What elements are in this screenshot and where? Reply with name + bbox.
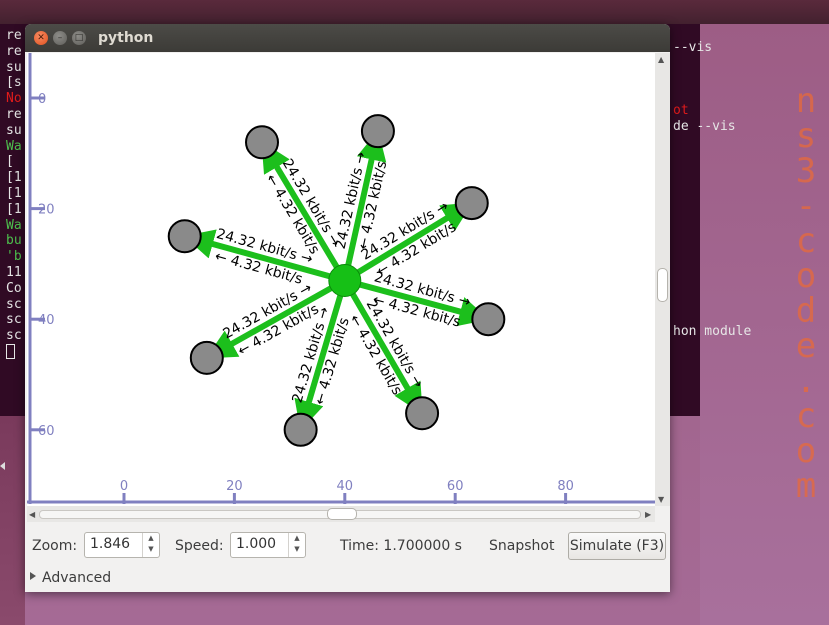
- x-tick-label: 60: [447, 479, 464, 494]
- close-button[interactable]: ✕: [34, 31, 48, 45]
- scroll-left-icon[interactable]: ◀: [29, 510, 35, 519]
- maximize-button[interactable]: □: [72, 31, 86, 45]
- terminal-line: Co: [6, 280, 22, 296]
- terminal-cursor: [6, 343, 15, 359]
- simulation-time: Time: 1.700000 s: [340, 538, 462, 554]
- close-icon: ✕: [37, 33, 45, 43]
- spin-up-icon[interactable]: ▲: [294, 534, 299, 542]
- y-tick-label: 40: [38, 313, 55, 328]
- window-titlebar[interactable]: ✕ – □ python: [25, 24, 670, 52]
- speed-spinbox[interactable]: 1.000 ▲ ▼: [230, 532, 306, 558]
- watermark-char: c: [795, 396, 817, 436]
- spin-down-icon[interactable]: ▼: [294, 545, 299, 553]
- advanced-expander[interactable]: Advanced: [42, 570, 111, 586]
- terminal-line: sc: [6, 312, 22, 328]
- desktop-left-edge: [0, 416, 25, 625]
- terminal-line: re: [6, 43, 22, 59]
- terminal-line: No: [6, 91, 22, 107]
- terminal-right-text: --vis ot de --vis hon module: [673, 40, 793, 340]
- center-node: [328, 263, 362, 297]
- watermark-char: n: [795, 81, 817, 121]
- nodes-group: [167, 114, 506, 447]
- terminal-line: [1: [6, 201, 22, 217]
- python-window: ✕ – □ python 0 20 40 60 0 20 40 60 80 24.32 kbit…: [25, 24, 670, 592]
- left-arrow-icon: [0, 462, 5, 470]
- network-node: [405, 396, 440, 431]
- visualization-canvas[interactable]: 0 20 40 60 0 20 40 60 80 24.32 kbit/s → ← 4.32 kb…: [27, 53, 655, 506]
- vertical-scroll-thumb[interactable]: [657, 268, 668, 302]
- desktop-top-bar: [0, 0, 829, 24]
- zoom-spinbox[interactable]: 1.846 ▲ ▼: [84, 532, 160, 558]
- terminal-line: re: [6, 28, 22, 43]
- vertical-scrollbar[interactable]: ▲ ▼: [655, 53, 670, 506]
- horizontal-scrollbar[interactable]: ◀ ▶: [27, 506, 655, 522]
- terminal-line: su: [6, 122, 22, 138]
- scroll-down-icon[interactable]: ▼: [658, 495, 664, 504]
- watermark-char: e: [795, 326, 817, 366]
- speed-value[interactable]: 1.000: [236, 536, 276, 552]
- terminal-line: [1: [6, 185, 22, 201]
- watermark-char: d: [795, 291, 817, 331]
- speed-stepper[interactable]: ▲ ▼: [288, 533, 305, 557]
- watermark-char: o: [795, 431, 817, 471]
- maximize-icon: □: [74, 33, 84, 43]
- terminal-line: ot: [673, 103, 689, 119]
- terminal-line: re: [6, 106, 22, 122]
- terminal-line: [1: [6, 170, 22, 186]
- speed-label: Speed:: [175, 538, 224, 554]
- terminal-left-text: re re su [s No re su Wa[[1 [1 [1 Wa bu'b 11 Co sc sc sc: [6, 28, 26, 408]
- watermark-char: 3: [795, 151, 817, 191]
- terminal-line: Wa: [6, 217, 22, 233]
- terminal-line: su: [6, 59, 22, 75]
- zoom-label: Zoom:: [32, 538, 78, 554]
- network-node: [245, 125, 279, 160]
- zoom-stepper[interactable]: ▲ ▼: [142, 533, 159, 557]
- terminal-line: --vis: [673, 40, 713, 55]
- network-node: [189, 340, 224, 375]
- x-tick-label: 20: [226, 479, 243, 494]
- topology-svg: 02040600 20 40 60 80 24.32 kbit/s →← 4.32 kb…: [27, 53, 655, 504]
- ns3-code-watermark: ns3-code.com: [786, 84, 826, 504]
- terminal-line: hon module: [673, 324, 752, 340]
- network-node: [471, 302, 506, 337]
- minimize-icon: –: [57, 33, 63, 43]
- spin-down-icon[interactable]: ▼: [148, 545, 153, 553]
- terminal-line: bu: [6, 233, 22, 249]
- window-title: python: [98, 30, 154, 46]
- minimize-button[interactable]: –: [53, 31, 67, 45]
- y-tick-label: 60: [38, 424, 55, 439]
- watermark-char: m: [795, 466, 817, 506]
- snapshot-button[interactable]: Snapshot: [489, 538, 554, 554]
- x-tick-label: 0: [120, 479, 128, 494]
- terminal-line: 11: [6, 264, 22, 280]
- watermark-char: s: [795, 116, 817, 156]
- terminal-line: Wa: [6, 138, 22, 154]
- zoom-value[interactable]: 1.846: [90, 536, 130, 552]
- expander-triangle-icon[interactable]: [30, 572, 36, 580]
- terminal-line: sc: [6, 328, 22, 344]
- terminal-line: [s: [6, 75, 22, 91]
- terminal-line: de --vis: [673, 119, 736, 134]
- watermark-char: c: [795, 221, 817, 261]
- y-tick-label: 0: [38, 92, 46, 107]
- terminal-line: sc: [6, 296, 22, 312]
- watermark-char: .: [795, 361, 817, 401]
- y-tick-label: 20: [38, 203, 55, 218]
- scroll-right-icon[interactable]: ▶: [645, 510, 651, 519]
- spin-up-icon[interactable]: ▲: [148, 534, 153, 542]
- x-tick-label: 40: [337, 479, 354, 494]
- terminal-line: 'b: [6, 249, 22, 265]
- simulate-button[interactable]: Simulate (F3): [568, 532, 666, 560]
- watermark-char: -: [795, 186, 817, 226]
- network-node: [454, 186, 489, 221]
- terminal-line: [: [6, 154, 14, 170]
- network-node: [167, 219, 202, 254]
- network-node: [283, 412, 318, 447]
- x-tick-label: 80: [557, 479, 574, 494]
- scroll-up-icon[interactable]: ▲: [658, 55, 664, 64]
- horizontal-scroll-thumb[interactable]: [327, 508, 357, 520]
- watermark-char: o: [795, 256, 817, 296]
- network-node: [360, 114, 395, 149]
